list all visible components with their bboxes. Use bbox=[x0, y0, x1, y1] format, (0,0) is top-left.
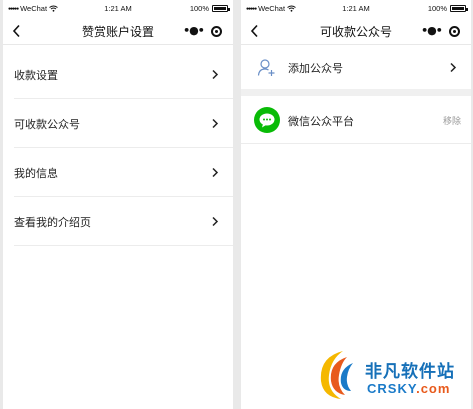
watermark-chinese: 非凡软件站 bbox=[365, 362, 455, 382]
remove-button[interactable]: 移除 bbox=[443, 114, 461, 127]
menu-item-payment-settings[interactable]: 收款设置 bbox=[3, 50, 233, 99]
chevron-right-icon bbox=[450, 62, 457, 73]
add-account-row[interactable]: 添加公众号 bbox=[241, 45, 471, 89]
menu-item-label: 收款设置 bbox=[14, 68, 58, 82]
status-bar: ●●●●● WeChat 1:21 AM 100% bbox=[3, 0, 233, 17]
crsky-logo-icon bbox=[320, 351, 353, 399]
battery-icon bbox=[212, 5, 230, 12]
more-dots-icon[interactable]: •●• bbox=[420, 21, 443, 41]
chevron-right-icon bbox=[212, 216, 219, 227]
chevron-right-icon bbox=[212, 118, 219, 129]
add-account-label: 添加公众号 bbox=[288, 62, 343, 75]
status-bar: ●●●●● WeChat 1:21 AM 100% bbox=[241, 0, 471, 17]
close-circle-icon[interactable] bbox=[443, 25, 466, 37]
battery-percent: 100% bbox=[189, 4, 209, 13]
watermark: 非凡软件站 CRSKY.com bbox=[311, 339, 471, 409]
menu-item-label: 查看我的介绍页 bbox=[14, 215, 91, 229]
menu-item-label: 我的信息 bbox=[14, 166, 58, 180]
chevron-right-icon bbox=[212, 167, 219, 178]
battery-status: 100% bbox=[427, 4, 468, 13]
menu-item-my-info[interactable]: 我的信息 bbox=[3, 148, 233, 197]
divider bbox=[14, 245, 233, 246]
menu-item-label: 可收款公众号 bbox=[14, 117, 80, 131]
more-dots-icon[interactable]: •●• bbox=[182, 21, 205, 41]
watermark-english: CRSKY.com bbox=[367, 381, 450, 396]
battery-status: 100% bbox=[189, 4, 230, 13]
menu-item-accounts[interactable]: 可收款公众号 bbox=[3, 99, 233, 148]
wechat-logo-icon bbox=[254, 107, 280, 133]
watermark-brand: CRSKY bbox=[367, 381, 417, 396]
mini-program-capsule: •●• bbox=[182, 21, 228, 41]
add-user-icon bbox=[257, 59, 275, 76]
section-divider bbox=[241, 89, 471, 96]
nav-bar: 可收款公众号 •●• bbox=[241, 17, 471, 45]
close-circle-icon[interactable] bbox=[205, 25, 228, 37]
nav-bar: 赞赏账户设置 •●• bbox=[3, 17, 233, 45]
watermark-domain: .com bbox=[416, 381, 451, 396]
menu-item-intro-page[interactable]: 查看我的介绍页 bbox=[3, 197, 233, 246]
mini-program-capsule: •●• bbox=[420, 21, 466, 41]
account-row: 微信公众平台 移除 bbox=[241, 96, 471, 144]
chevron-right-icon bbox=[212, 69, 219, 80]
left-phone-screen: ●●●●● WeChat 1:21 AM 100% 赞赏账户设置 •●• 收款设… bbox=[3, 0, 233, 409]
battery-icon bbox=[450, 5, 468, 12]
right-phone-screen: ●●●●● WeChat 1:21 AM 100% 可收款公众号 •●• 添加公… bbox=[241, 0, 471, 409]
battery-percent: 100% bbox=[427, 4, 447, 13]
account-name: 微信公众平台 bbox=[288, 115, 354, 128]
